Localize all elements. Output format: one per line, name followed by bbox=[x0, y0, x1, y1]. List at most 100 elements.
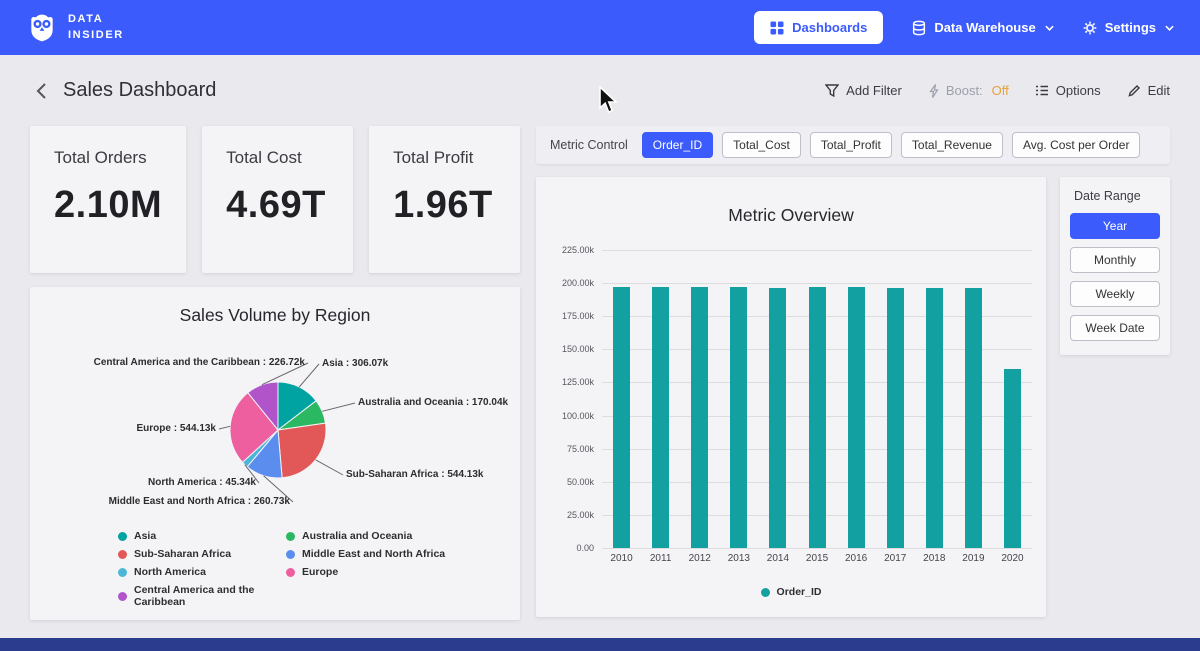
legend-dot bbox=[118, 592, 127, 601]
legend-label: Central America and the Caribbean bbox=[134, 584, 286, 608]
right-row: Metric Overview 225.00k200.00k175.00k150… bbox=[536, 177, 1170, 617]
kpi-card-total-profit: Total Profit 1.96T bbox=[369, 126, 520, 273]
pie-callout-line bbox=[219, 426, 230, 429]
pie-label-europe: Europe : 544.13k bbox=[90, 423, 216, 435]
navbar-menu: Dashboards Data Warehouse bbox=[754, 11, 1174, 44]
pie-chart-title: Sales Volume by Region bbox=[30, 305, 520, 326]
options-label: Options bbox=[1056, 83, 1101, 98]
kpi-row: Total Orders 2.10M Total Cost 4.69T Tota… bbox=[30, 126, 520, 273]
x-tick-label: 2020 bbox=[993, 553, 1032, 564]
date-range-button-monthly[interactable]: Monthly bbox=[1070, 247, 1160, 273]
bar-2017[interactable] bbox=[887, 288, 904, 548]
legend-label: Order_ID bbox=[777, 586, 822, 598]
bar-slot-2019 bbox=[954, 250, 993, 548]
y-tick-label: 125.00k bbox=[562, 377, 594, 387]
bar-2013[interactable] bbox=[730, 287, 747, 548]
bar-2010[interactable] bbox=[613, 287, 630, 548]
y-tick-label: 100.00k bbox=[562, 411, 594, 421]
x-tick-label: 2016 bbox=[837, 553, 876, 564]
y-tick-label: 175.00k bbox=[562, 311, 594, 321]
x-tick-label: 2010 bbox=[602, 553, 641, 564]
metric-button-avg-cost-per-order[interactable]: Avg. Cost per Order bbox=[1012, 132, 1141, 158]
x-tick-label: 2015 bbox=[797, 553, 836, 564]
pie-label-australia-and-oceania: Australia and Oceania : 170.04k bbox=[358, 397, 518, 409]
date-range-panel: Date Range YearMonthlyWeeklyWeek Date bbox=[1060, 177, 1170, 355]
kpi-label: Total Orders bbox=[54, 148, 162, 168]
metric-button-order-id[interactable]: Order_ID bbox=[642, 132, 713, 158]
bar-legend-item-order-id[interactable]: Order_ID bbox=[761, 586, 822, 598]
boost-label: Boost: bbox=[946, 83, 983, 98]
bar-2012[interactable] bbox=[691, 287, 708, 548]
bar-slot-2014 bbox=[758, 250, 797, 548]
legend-label: Europe bbox=[302, 566, 338, 578]
date-range-button-week-date[interactable]: Week Date bbox=[1070, 315, 1160, 341]
legend-item-middle-east-and-north-africa[interactable]: Middle East and North Africa bbox=[286, 548, 445, 560]
metric-control-buttons: Order_ID Total_Cost Total_Profit Total_Reve… bbox=[642, 132, 1141, 158]
nav-dashboards-button[interactable]: Dashboards bbox=[754, 11, 883, 44]
legend-item-australia-and-oceania[interactable]: Australia and Oceania bbox=[286, 530, 445, 542]
boost-toggle[interactable]: Boost: Off bbox=[928, 83, 1009, 98]
chevron-down-icon bbox=[1045, 25, 1054, 31]
chevron-down-icon bbox=[1165, 25, 1174, 31]
legend-item-central-america-and-the-caribbean[interactable]: Central America and the Caribbean bbox=[118, 584, 286, 608]
x-tick-label: 2019 bbox=[954, 553, 993, 564]
gridline bbox=[602, 548, 1032, 549]
bar-slot-2012 bbox=[680, 250, 719, 548]
y-tick-label: 25.00k bbox=[567, 510, 594, 520]
page-header: Sales Dashboard Add Filter Boost: Off bbox=[30, 55, 1170, 126]
header-actions: Add Filter Boost: Off Options bbox=[825, 83, 1170, 98]
metric-button-total-cost[interactable]: Total_Cost bbox=[722, 132, 801, 158]
bar-2019[interactable] bbox=[965, 288, 982, 548]
bar-2018[interactable] bbox=[926, 288, 943, 548]
legend-item-europe[interactable]: Europe bbox=[286, 566, 445, 578]
legend-item-sub-saharan-africa[interactable]: Sub-Saharan Africa bbox=[118, 548, 286, 560]
nav-settings[interactable]: Settings bbox=[1082, 20, 1174, 36]
legend-label: North America bbox=[134, 566, 206, 578]
y-tick-label: 50.00k bbox=[567, 477, 594, 487]
add-filter-button[interactable]: Add Filter bbox=[825, 83, 902, 98]
legend-item-north-america[interactable]: North America bbox=[118, 566, 286, 578]
kpi-card-total-orders: Total Orders 2.10M bbox=[30, 126, 186, 273]
boost-state: Off bbox=[992, 83, 1009, 98]
legend-dot bbox=[118, 532, 127, 541]
brand-line-2: INSIDER bbox=[68, 28, 124, 43]
pie-slice-sub-saharan-africa[interactable] bbox=[278, 423, 326, 478]
bar-2015[interactable] bbox=[809, 287, 826, 548]
dashboard-content: Total Orders 2.10M Total Cost 4.69T Tota… bbox=[30, 126, 1170, 620]
nav-data-warehouse[interactable]: Data Warehouse bbox=[911, 20, 1053, 36]
pie-callout-line bbox=[316, 460, 343, 475]
bar-2020[interactable] bbox=[1004, 369, 1021, 548]
legend-dot bbox=[286, 568, 295, 577]
legend-label: Asia bbox=[134, 530, 156, 542]
y-tick-label: 150.00k bbox=[562, 344, 594, 354]
options-button[interactable]: Options bbox=[1035, 83, 1101, 98]
date-range-buttons: Year Monthly Weekly Week Date bbox=[1070, 213, 1160, 341]
legend-item-asia[interactable]: Asia bbox=[118, 530, 286, 542]
metric-control-bar: Metric Control Order_ID Total_Cost Total_P… bbox=[536, 126, 1170, 164]
top-navbar: DATA INSIDER Dashboards Data Warehouse bbox=[0, 0, 1200, 55]
bar-chart: 225.00k200.00k175.00k150.00k125.00k100.0… bbox=[550, 250, 1032, 548]
bar-chart-title: Metric Overview bbox=[550, 205, 1032, 226]
x-tick-label: 2013 bbox=[719, 553, 758, 564]
date-range-button-year[interactable]: Year bbox=[1070, 213, 1160, 239]
y-axis: 225.00k200.00k175.00k150.00k125.00k100.0… bbox=[550, 250, 602, 548]
metric-button-total-profit[interactable]: Total_Profit bbox=[810, 132, 892, 158]
legend-dot bbox=[286, 532, 295, 541]
metric-button-total-revenue[interactable]: Total_Revenue bbox=[901, 132, 1003, 158]
back-button[interactable] bbox=[30, 78, 53, 104]
pie-label-sub-saharan-africa: Sub-Saharan Africa : 544.13k bbox=[346, 469, 516, 481]
x-tick-label: 2012 bbox=[680, 553, 719, 564]
x-axis: 2010201120122013201420152016201720182019… bbox=[602, 553, 1032, 564]
bar-2016[interactable] bbox=[848, 287, 865, 548]
bar-2011[interactable] bbox=[652, 287, 669, 548]
bar-slot-2018 bbox=[915, 250, 954, 548]
metric-control-label: Metric Control bbox=[550, 138, 628, 152]
x-tick-label: 2011 bbox=[641, 553, 680, 564]
date-range-button-weekly[interactable]: Weekly bbox=[1070, 281, 1160, 307]
y-tick-label: 0.00 bbox=[576, 543, 594, 553]
owl-logo-icon bbox=[26, 12, 58, 44]
bar-2014[interactable] bbox=[769, 288, 786, 548]
edit-button[interactable]: Edit bbox=[1127, 83, 1170, 98]
nav-data-warehouse-label: Data Warehouse bbox=[934, 20, 1035, 35]
legend-dot bbox=[286, 550, 295, 559]
